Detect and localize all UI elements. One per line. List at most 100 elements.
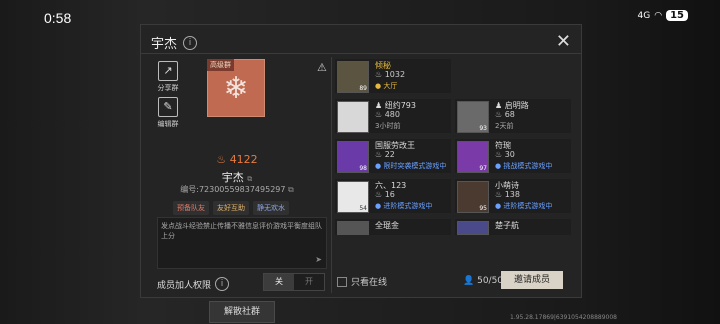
member-heat: ♨ 16 [375,190,395,199]
member-heat-value: 16 [384,190,395,199]
member-status-text: 挑战模式游戏中 [503,162,553,170]
member-status-text: 进阶模式游戏中 [503,202,553,210]
member-status: 3小时前 [375,122,401,130]
invite-members-button[interactable]: 邀请成员 [501,271,563,289]
member-heat: ♨ 480 [375,110,400,119]
member-status-text: 限时突袭模式游戏中 [383,162,447,170]
member-status: ● 挑战模式游戏中 [495,162,553,170]
member-name: 全琨金 [375,221,399,230]
member-card[interactable]: 全琨金 [335,219,451,235]
member-card[interactable]: 54 六、123 ♨ 16 ● 进阶模式游戏中 [335,179,451,213]
member-list[interactable]: 89 倾秘 ♨ 1032 ● 大厅 ♟ 纽约793 ♨ 480 3小时前 93 … [335,57,575,265]
member-row: 全琨金 楚子航 [335,219,575,235]
edit-group-button[interactable]: ✎ 编辑群 [153,97,183,129]
member-level: 97 [479,165,487,172]
member-heat-value: 480 [384,110,400,119]
tag: 友好互助 [213,201,249,215]
copy-icon[interactable]: ⧉ [247,175,252,183]
member-avatar [457,221,489,235]
column-divider [331,57,332,293]
member-row: ♟ 纽约793 ♨ 480 3小时前 93 ♟ 启明路 ♨ 68 2天前 [335,99,575,133]
toggle-on-option[interactable]: 开 [294,274,324,290]
member-avatar: 95 [457,181,489,213]
version-text: 1.95.28.17869|6391054208889008 [510,314,617,321]
member-status: ● 大厅 [375,82,398,90]
group-heat-value: 4122 [229,153,258,166]
group-description[interactable]: 发点战斗经验禁止传播不雅信息评价游戏平衡度组队上分 ➤ [157,217,327,269]
copy-id-icon[interactable]: ⧉ [288,185,294,194]
group-name: 宇杰 ⧉ [197,169,277,185]
member-avatar [337,101,369,133]
member-card[interactable]: 93 ♟ 启明路 ♨ 68 2天前 [455,99,571,133]
share-group-label: 分享群 [157,84,179,92]
toggle-off-option[interactable]: 关 [264,274,294,290]
grade-badge: 高级群 [207,59,234,71]
member-card[interactable]: 98 国服劳改王 ♨ 22 ● 限时突袭模式游戏中 [335,139,451,173]
member-heat-value: 30 [504,150,515,159]
group-id: 编号:72300559837495297 ⧉ [177,184,297,195]
member-level: 89 [359,85,367,92]
member-heat: ♨ 30 [495,150,515,159]
member-avatar: 54 [337,181,369,213]
member-level: 95 [479,205,487,212]
group-tags: 预备队友 友好互助 静无欢水 [173,201,289,215]
group-heat: ♨ 4122 [213,153,261,166]
group-dialog: 宇杰 i ✕ ↗ 分享群 ✎ 编辑群 ❄ 高级群 ⚠ ♨ 4122 宇杰 ⧉ 编… [140,24,582,323]
member-heat: ♨ 138 [495,190,520,199]
member-status: ● 进阶模式游戏中 [495,202,553,210]
member-card[interactable]: ♟ 纽约793 ♨ 480 3小时前 [335,99,451,133]
member-avatar: 97 [457,141,489,173]
bottom-bar: 1.95.28.17869|6391054208889008 [0,312,720,324]
permission-toggle[interactable]: 关 开 [263,273,325,291]
dialog-header: 宇杰 i [151,33,198,52]
checkbox-box[interactable] [337,276,347,287]
tag: 静无欢水 [253,201,289,215]
person-icon: 👤 [463,276,475,286]
member-status-text: 大厅 [383,82,398,90]
group-name-text: 宇杰 [221,171,244,184]
member-footer: 只看在线 👤 50/50 邀请成员 [335,271,575,291]
group-info-panel: ↗ 分享群 ✎ 编辑群 ❄ 高级群 ⚠ ♨ 4122 宇杰 ⧉ 编号:72300… [147,57,327,323]
group-avatar[interactable]: ❄ 高级群 [207,59,265,117]
member-heat-value: 22 [384,150,395,159]
dialog-title: 宇杰 [151,37,178,52]
online-only-checkbox[interactable]: 只看在线 [337,275,387,288]
member-avatar: 89 [337,61,369,93]
member-card[interactable]: 95 小萌诗 ♨ 138 ● 进阶模式游戏中 [455,179,571,213]
online-only-label: 只看在线 [351,278,388,288]
wifi-icon: ◠ [654,10,663,21]
member-heat: ♨ 68 [495,110,515,119]
member-row: 89 倾秘 ♨ 1032 ● 大厅 [335,59,575,93]
member-level: 98 [359,165,367,172]
member-status-text: 进阶模式游戏中 [383,202,433,210]
permission-label: 成员加人权限 [157,280,212,291]
member-count: 👤 50/50 [463,276,503,286]
battery-icon: 15 [666,10,688,21]
member-heat: ♨ 1032 [375,70,406,79]
member-row: 54 六、123 ♨ 16 ● 进阶模式游戏中 95 小萌诗 ♨ 138 ● 进… [335,179,575,213]
member-level: 54 [359,205,367,212]
member-card[interactable]: 97 符琬 ♨ 30 ● 挑战模式游戏中 [455,139,571,173]
member-heat-value: 1032 [384,70,406,79]
send-icon[interactable]: ➤ [315,255,322,265]
member-heat-value: 68 [504,110,515,119]
permission-info-icon[interactable]: i [215,277,230,291]
edit-icon: ✎ [158,97,178,117]
tag: 预备队友 [173,201,209,215]
member-heat-value: 138 [504,190,520,199]
member-avatar: 98 [337,141,369,173]
member-name: 楚子航 [495,221,519,230]
warning-icon[interactable]: ⚠ [317,61,327,74]
member-card[interactable]: 楚子航 [455,219,571,235]
member-level: 93 [479,125,487,132]
share-group-button[interactable]: ↗ 分享群 [153,61,183,93]
member-avatar: 93 [457,101,489,133]
clock: 0:58 [44,10,72,26]
close-button[interactable]: ✕ [556,31,571,52]
share-icon: ↗ [158,61,178,81]
member-heat: ♨ 22 [375,150,395,159]
info-icon[interactable]: i [183,35,198,50]
member-status: ● 限时突袭模式游戏中 [375,162,447,170]
group-description-text: 发点战斗经验禁止传播不雅信息评价游戏平衡度组队上分 [161,222,322,240]
member-card[interactable]: 89 倾秘 ♨ 1032 ● 大厅 [335,59,451,93]
